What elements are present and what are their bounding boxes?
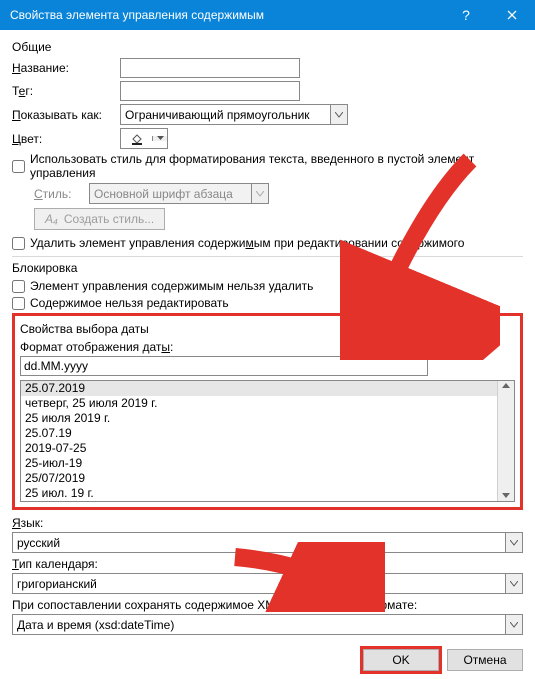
- date-sample-item[interactable]: 25.07.2019: [21, 381, 497, 396]
- color-picker[interactable]: [120, 128, 168, 149]
- lang-label: Язык:: [12, 516, 523, 530]
- create-style-button: A₄ Создать стиль...: [34, 208, 165, 230]
- chevron-down-icon: [505, 533, 522, 552]
- cal-value: григорианский: [13, 574, 505, 593]
- name-input[interactable]: [120, 58, 300, 78]
- name-label: ННазвание:азвание:: [12, 61, 120, 75]
- chevron-down-icon: [330, 105, 347, 124]
- date-sample-item[interactable]: 25 июля 2019 г.: [21, 411, 497, 426]
- date-sample-item[interactable]: 25/07/2019: [21, 471, 497, 486]
- cal-combo[interactable]: григорианский: [12, 573, 523, 594]
- locking-heading: Блокировка: [12, 261, 523, 275]
- ok-button[interactable]: OK: [363, 649, 439, 671]
- date-heading: Свойства выбора даты: [20, 322, 515, 336]
- display-as-combo[interactable]: Ограничивающий прямоугольник: [120, 104, 348, 125]
- xml-label: При сопоставлении сохранять содержимое X…: [12, 598, 523, 612]
- no-delete-checkbox[interactable]: [12, 280, 25, 293]
- style-combo: Основной шрифт абзаца: [89, 183, 269, 204]
- chevron-down-icon: [505, 574, 522, 593]
- no-delete-label: Элемент управления содержимым нельзя уда…: [30, 279, 313, 293]
- general-heading: Общие: [12, 40, 523, 54]
- cancel-button[interactable]: Отмена: [447, 649, 523, 671]
- separator: [12, 256, 523, 257]
- xml-combo[interactable]: Дата и время (xsd:dateTime): [12, 614, 523, 635]
- remove-on-edit-label: Удалить элемент управления содержимым пр…: [30, 236, 464, 250]
- style-value: Основной шрифт абзаца: [90, 184, 251, 203]
- chevron-down-icon: [251, 184, 268, 203]
- help-button[interactable]: ?: [443, 0, 489, 30]
- style-a-icon: A₄: [45, 212, 58, 226]
- date-sample-item[interactable]: четверг, 25 июля 2019 г.: [21, 396, 497, 411]
- date-sample-item[interactable]: 2019-07-25: [21, 441, 497, 456]
- lang-value: русский: [13, 533, 505, 552]
- paint-bucket-icon: [121, 132, 152, 146]
- use-style-checkbox[interactable]: [12, 160, 25, 173]
- no-edit-label: Содержимое нельзя редактировать: [30, 296, 229, 310]
- date-sample-item[interactable]: 25 июл. 19 г.: [21, 486, 497, 501]
- date-properties-highlight: Свойства выбора даты Формат отображения …: [12, 313, 523, 510]
- dialog-footer: OK Отмена: [0, 641, 535, 679]
- date-format-input[interactable]: [20, 356, 428, 376]
- style-label: Стиль:: [34, 187, 89, 201]
- xml-value: Дата и время (xsd:dateTime): [13, 615, 505, 634]
- date-sample-item[interactable]: 25-июл-19: [21, 456, 497, 471]
- create-style-label: Создать стиль...: [64, 212, 154, 226]
- window-title: Свойства элемента управления содержимым: [10, 8, 443, 22]
- chevron-down-icon: [152, 136, 167, 141]
- format-label: Формат отображения даты:: [20, 340, 515, 354]
- display-as-value: Ограничивающий прямоугольник: [121, 105, 330, 124]
- tag-input[interactable]: [120, 81, 300, 101]
- cal-label: Тип календаря:: [12, 557, 523, 571]
- color-label: Цвет:: [12, 132, 120, 146]
- display-as-label: Показывать как:: [12, 108, 120, 122]
- titlebar: Свойства элемента управления содержимым …: [0, 0, 535, 30]
- use-style-label: Использовать стиль для форматирования те…: [30, 152, 523, 180]
- remove-on-edit-checkbox[interactable]: [12, 237, 25, 250]
- chevron-down-icon: [502, 493, 510, 499]
- dialog-body: Общие ННазвание:азвание: Тег: Показывать…: [0, 30, 535, 641]
- tag-label: Тег:: [12, 84, 120, 98]
- chevron-up-icon: [502, 383, 510, 389]
- chevron-down-icon: [505, 615, 522, 634]
- scrollbar[interactable]: [497, 381, 514, 501]
- close-button[interactable]: [489, 0, 535, 30]
- date-samples-list[interactable]: 25.07.2019четверг, 25 июля 2019 г.25 июл…: [20, 380, 515, 502]
- no-edit-checkbox[interactable]: [12, 297, 25, 310]
- lang-combo[interactable]: русский: [12, 532, 523, 553]
- date-sample-item[interactable]: 25.07.19: [21, 426, 497, 441]
